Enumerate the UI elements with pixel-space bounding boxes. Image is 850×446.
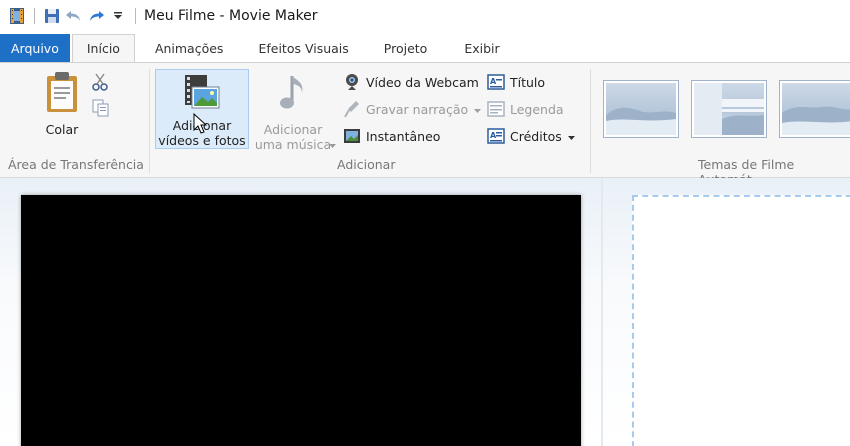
- ribbon-tabs: Arquivo Início Animações Efeitos Visuais…: [0, 34, 850, 62]
- caption-icon: [487, 100, 505, 118]
- add-music-label-line1: Adicionar: [263, 122, 323, 137]
- snapshot-icon: [343, 127, 361, 145]
- title-icon: A: [487, 73, 505, 91]
- snapshot-label: Instantâneo: [366, 128, 441, 144]
- cut-icon[interactable]: [92, 73, 108, 94]
- workspace: [0, 178, 850, 446]
- copy-icon[interactable]: [92, 99, 110, 120]
- tab-efeitos-visuais[interactable]: Efeitos Visuais: [236, 34, 361, 62]
- credits-label: Créditos: [510, 128, 562, 144]
- paste-label: Colar: [45, 122, 79, 137]
- record-narration-button[interactable]: Gravar narração: [343, 98, 482, 120]
- movie-maker-app-icon[interactable]: [6, 5, 28, 27]
- narration-dropdown-icon[interactable]: [474, 102, 482, 117]
- group-separator: [149, 69, 150, 173]
- webcam-label: Vídeo da Webcam: [366, 74, 479, 90]
- add-music-dropdown-icon[interactable]: [329, 137, 336, 152]
- tab-animacoes[interactable]: Animações: [135, 34, 237, 62]
- music-note-icon: [278, 73, 308, 116]
- microphone-icon: [343, 100, 361, 118]
- quick-access-toolbar: [0, 0, 142, 32]
- storyboard-drop-area[interactable]: [632, 195, 850, 446]
- theme-preview-image: [606, 83, 676, 135]
- pane-splitter[interactable]: [601, 178, 603, 446]
- theme-thumbnail-contemporary[interactable]: [691, 80, 767, 138]
- theme-thumbnail-default[interactable]: [603, 80, 679, 138]
- credits-icon: A: [487, 127, 505, 145]
- title-bar: Meu Filme - Movie Maker: [0, 0, 850, 32]
- add-music-button[interactable]: Adicionar uma música: [250, 73, 336, 152]
- redo-icon[interactable]: [85, 5, 107, 27]
- group-label-clipboard: Área de Transferência: [8, 157, 144, 172]
- tab-arquivo[interactable]: Arquivo: [0, 34, 70, 62]
- window-title: Meu Filme - Movie Maker: [144, 8, 318, 24]
- theme-thumbnail-cinematic[interactable]: [779, 80, 850, 138]
- tab-projeto[interactable]: Projeto: [362, 34, 441, 62]
- credits-button[interactable]: A Créditos: [487, 125, 575, 147]
- tab-inicio[interactable]: Início: [71, 34, 135, 62]
- title-label: Título: [510, 74, 546, 90]
- caption-label: Legenda: [510, 101, 564, 117]
- group-label-add: Adicionar: [337, 157, 396, 172]
- customize-dropdown-icon[interactable]: [107, 5, 129, 27]
- save-icon[interactable]: [41, 5, 63, 27]
- ribbon: Colar Área de Transferência Adicionar ví…: [0, 62, 850, 187]
- credits-dropdown-icon[interactable]: [567, 129, 575, 144]
- narration-label: Gravar narração: [366, 101, 469, 117]
- add-music-label-line2: uma música: [254, 137, 332, 152]
- webcam-video-button[interactable]: Vídeo da Webcam: [343, 71, 479, 93]
- svg-text:A: A: [490, 77, 497, 86]
- caption-button[interactable]: Legenda: [487, 98, 564, 120]
- tab-exibir[interactable]: Exibir: [440, 34, 512, 62]
- title-separator: [34, 8, 35, 24]
- film-photo-icon: [184, 73, 220, 114]
- title-separator: [135, 8, 136, 24]
- svg-text:A: A: [490, 131, 497, 140]
- mouse-cursor-icon: [193, 112, 208, 138]
- video-preview[interactable]: [21, 195, 581, 446]
- title-button[interactable]: A Título: [487, 71, 545, 93]
- group-separator: [590, 69, 591, 173]
- theme-preview-image: [694, 83, 764, 135]
- clipboard-icon: [44, 71, 80, 116]
- paste-button[interactable]: Colar: [40, 71, 84, 137]
- webcam-icon: [343, 73, 361, 91]
- theme-preview-image: [782, 83, 850, 135]
- undo-icon[interactable]: [63, 5, 85, 27]
- snapshot-button[interactable]: Instantâneo: [343, 125, 440, 147]
